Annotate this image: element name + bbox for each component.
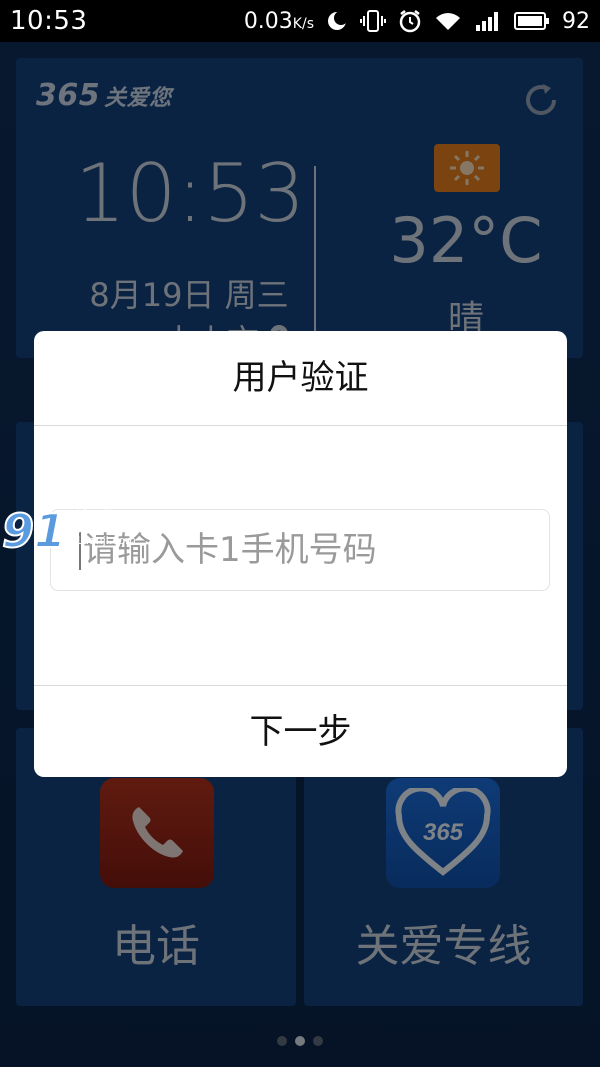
net-speed: 0.03K/s	[244, 9, 314, 34]
battery-icon	[514, 11, 550, 31]
net-speed-value: 0.03	[243, 8, 293, 34]
next-step-button[interactable]: 下一步	[34, 685, 567, 777]
watermark-number: 91	[1, 504, 67, 558]
watermark: 91 游戏 91danji.com	[1, 504, 136, 558]
battery-level: 92	[562, 8, 590, 34]
wifi-icon	[434, 10, 462, 32]
net-speed-unit: K/s	[292, 15, 314, 32]
dialog-title: 用户验证	[34, 331, 567, 426]
watermark-text-group: 游戏 91danji.com	[68, 510, 136, 547]
watermark-text: 游戏	[68, 508, 117, 536]
vibrate-icon	[360, 9, 386, 33]
status-icons: 0.03K/s 92	[244, 9, 590, 34]
status-time: 10:53	[10, 6, 88, 36]
phone-number-input[interactable]	[81, 520, 549, 580]
status-bar: 10:53 0.03K/s 92	[0, 0, 600, 42]
user-verification-dialog: 用户验证 下一步	[34, 331, 567, 777]
alarm-icon	[398, 9, 422, 33]
watermark-url: 91danji.com	[68, 534, 136, 547]
moon-icon	[326, 10, 348, 32]
signal-icon	[474, 9, 502, 33]
